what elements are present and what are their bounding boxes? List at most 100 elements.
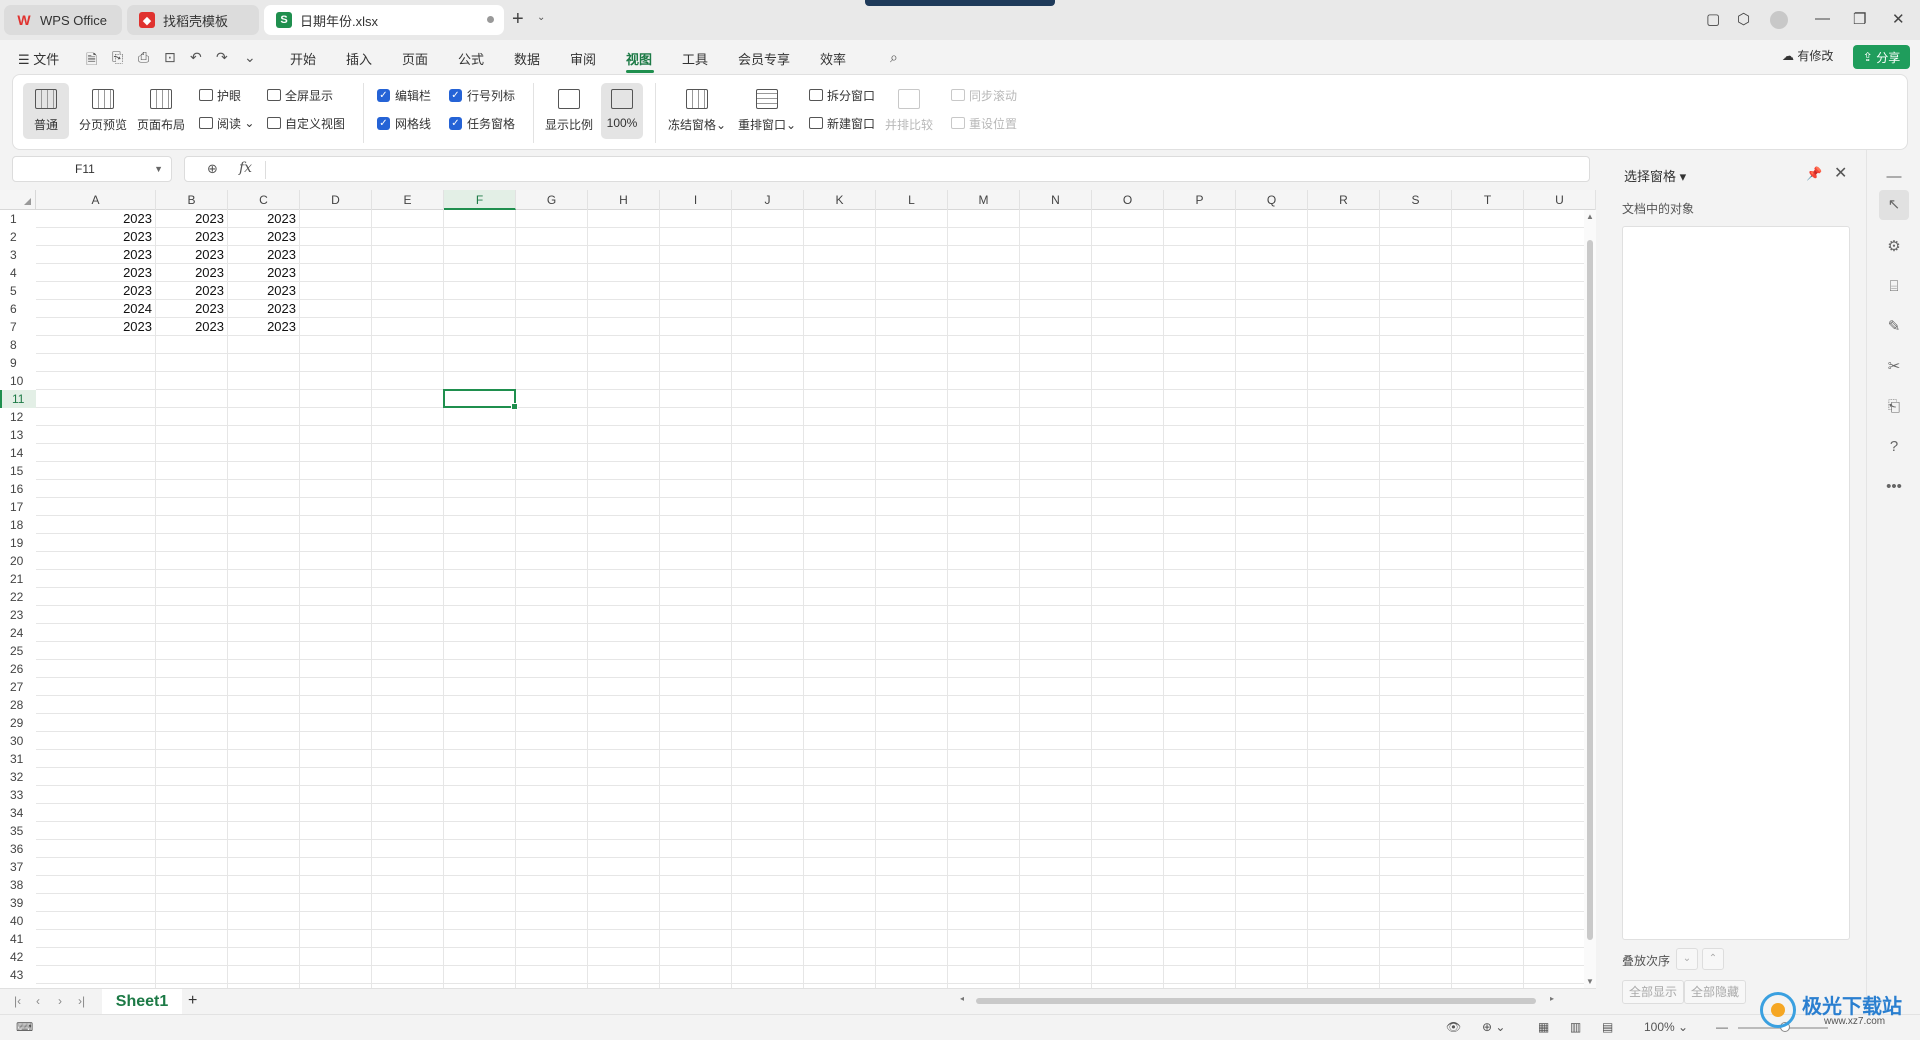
cell-c6[interactable]: 2023 [228, 300, 300, 318]
row-header-41[interactable]: 41 [0, 930, 36, 948]
row-header-24[interactable]: 24 [0, 624, 36, 642]
row-header-22[interactable]: 22 [0, 588, 36, 606]
cell-c3[interactable]: 2023 [228, 246, 300, 264]
properties-icon[interactable]: ⚙ [1883, 236, 1905, 258]
column-header-r[interactable]: R [1308, 190, 1380, 210]
format-icon[interactable]: ⌸ [1883, 276, 1905, 298]
row-header-29[interactable]: 29 [0, 714, 36, 732]
title-drag-handle[interactable] [865, 0, 1055, 6]
row-header-8[interactable]: 8 [0, 336, 36, 354]
cell-b3[interactable]: 2023 [156, 246, 228, 264]
cell-a3[interactable]: 2023 [36, 246, 156, 264]
cell-a7[interactable]: 2023 [36, 318, 156, 336]
print-icon[interactable]: ⎙ [138, 49, 149, 66]
column-header-h[interactable]: H [588, 190, 660, 210]
tab-template-store[interactable]: ◆ 找稻壳模板 [127, 5, 259, 35]
row-header-30[interactable]: 30 [0, 732, 36, 750]
view-settings-icon[interactable]: ⊕ ⌄ [1482, 1020, 1505, 1034]
column-header-i[interactable]: I [660, 190, 732, 210]
pdf-icon[interactable]: ⎘ [112, 49, 123, 66]
cell-c2[interactable]: 2023 [228, 228, 300, 246]
pane-title[interactable]: 选择窗格 ▾ [1624, 166, 1686, 185]
prev-sheet-icon[interactable]: ‹ [36, 994, 40, 1008]
chart-edit-icon[interactable]: ✎ [1883, 316, 1905, 338]
cells-area[interactable]: 2023 2023 2023 2023 2023 2023 2023 2023 2023 2023… [36, 210, 1584, 988]
cell-c4[interactable]: 2023 [228, 264, 300, 282]
minimize-icon[interactable]: — [1815, 10, 1830, 27]
document-icon[interactable]: ⎗ [1883, 396, 1905, 418]
restore-icon[interactable]: ❐ [1853, 10, 1866, 28]
row-header-25[interactable]: 25 [0, 642, 36, 660]
search-icon[interactable]: ⌕ [890, 49, 898, 66]
side-by-side-button[interactable]: 并排比较 [883, 83, 935, 139]
row-header-23[interactable]: 23 [0, 606, 36, 624]
reading-mode-button[interactable]: 阅读 ⌄ [199, 113, 254, 133]
row-header-37[interactable]: 37 [0, 858, 36, 876]
move-down-button[interactable]: ⌄ [1676, 948, 1698, 970]
function-icon[interactable]: fx [239, 160, 252, 176]
column-header-l[interactable]: L [876, 190, 948, 210]
row-header-26[interactable]: 26 [0, 660, 36, 678]
zoom-button[interactable]: 显示比例 [543, 83, 595, 139]
window-tile-icon[interactable]: ▢ [1706, 10, 1720, 28]
active-cell[interactable] [443, 389, 518, 410]
row-header-39[interactable]: 39 [0, 894, 36, 912]
cell-a1[interactable]: 2023 [36, 210, 156, 228]
avatar[interactable] [1770, 11, 1788, 29]
row-header-9[interactable]: 9 [0, 354, 36, 372]
tools-icon[interactable]: ✂ [1883, 356, 1905, 378]
modified-button[interactable]: ☁ 有修改 [1782, 47, 1833, 64]
row-header-13[interactable]: 13 [0, 426, 36, 444]
column-header-g[interactable]: G [516, 190, 588, 210]
column-header-t[interactable]: T [1452, 190, 1524, 210]
row-header-7[interactable]: 7 [0, 318, 36, 336]
gridlines-checkbox[interactable]: ✓ 网格线 [377, 113, 431, 133]
row-header-1[interactable]: 1 [0, 210, 36, 228]
row-header-32[interactable]: 32 [0, 768, 36, 786]
share-button[interactable]: ⇪ 分享 [1853, 45, 1910, 69]
undo-icon[interactable]: ↶ [190, 49, 202, 66]
print-preview-icon[interactable]: ⊡ [164, 49, 176, 66]
redo-icon[interactable]: ↷ [216, 49, 228, 66]
row-header-34[interactable]: 34 [0, 804, 36, 822]
cube-icon[interactable]: ⬡ [1737, 10, 1750, 28]
row-header-14[interactable]: 14 [0, 444, 36, 462]
formula-input[interactable]: ⊕ fx [184, 156, 1590, 182]
eye-care-button[interactable]: 护眼 [199, 85, 241, 105]
help-icon[interactable]: ? [1883, 436, 1905, 458]
fullscreen-button[interactable]: 全屏显示 [267, 85, 333, 105]
row-col-header-checkbox[interactable]: ✓ 行号列标 [449, 85, 515, 105]
column-header-u[interactable]: U [1524, 190, 1596, 210]
column-header-b[interactable]: B [156, 190, 228, 210]
column-header-m[interactable]: M [948, 190, 1020, 210]
freeze-panes-button[interactable]: 冻结窗格⌄ [667, 83, 727, 139]
vertical-scrollbar[interactable]: ▲ ▼ [1584, 210, 1596, 988]
menu-efficiency[interactable]: 效率 [820, 49, 846, 68]
page-layout-view-icon[interactable]: ▥ [1570, 1020, 1581, 1034]
normal-view-button[interactable]: 普通 [23, 83, 69, 139]
magnifier-icon[interactable]: ⊕ [207, 161, 218, 177]
column-header-e[interactable]: E [372, 190, 444, 210]
cell-a4[interactable]: 2023 [36, 264, 156, 282]
row-header-28[interactable]: 28 [0, 696, 36, 714]
cell-a2[interactable]: 2023 [36, 228, 156, 246]
cell-a5[interactable]: 2023 [36, 282, 156, 300]
row-header-27[interactable]: 27 [0, 678, 36, 696]
row-header-10[interactable]: 10 [0, 372, 36, 390]
row-header-2[interactable]: 2 [0, 228, 36, 246]
menu-tools[interactable]: 工具 [682, 49, 708, 68]
show-all-button[interactable]: 全部显示 [1622, 980, 1685, 1004]
column-header-j[interactable]: J [732, 190, 804, 210]
column-header-f[interactable]: F [444, 190, 516, 210]
row-header-31[interactable]: 31 [0, 750, 36, 768]
cell-b2[interactable]: 2023 [156, 228, 228, 246]
close-icon[interactable]: ✕ [1892, 10, 1905, 28]
row-header-33[interactable]: 33 [0, 786, 36, 804]
scroll-up-icon[interactable]: ▲ [1586, 212, 1594, 221]
column-header-n[interactable]: N [1020, 190, 1092, 210]
more-quick-access-icon[interactable]: ⌄ [244, 49, 256, 66]
menu-page[interactable]: 页面 [402, 49, 428, 68]
save-icon[interactable]: 🗎 [86, 49, 97, 73]
menu-review[interactable]: 审阅 [570, 49, 596, 68]
row-header-40[interactable]: 40 [0, 912, 36, 930]
